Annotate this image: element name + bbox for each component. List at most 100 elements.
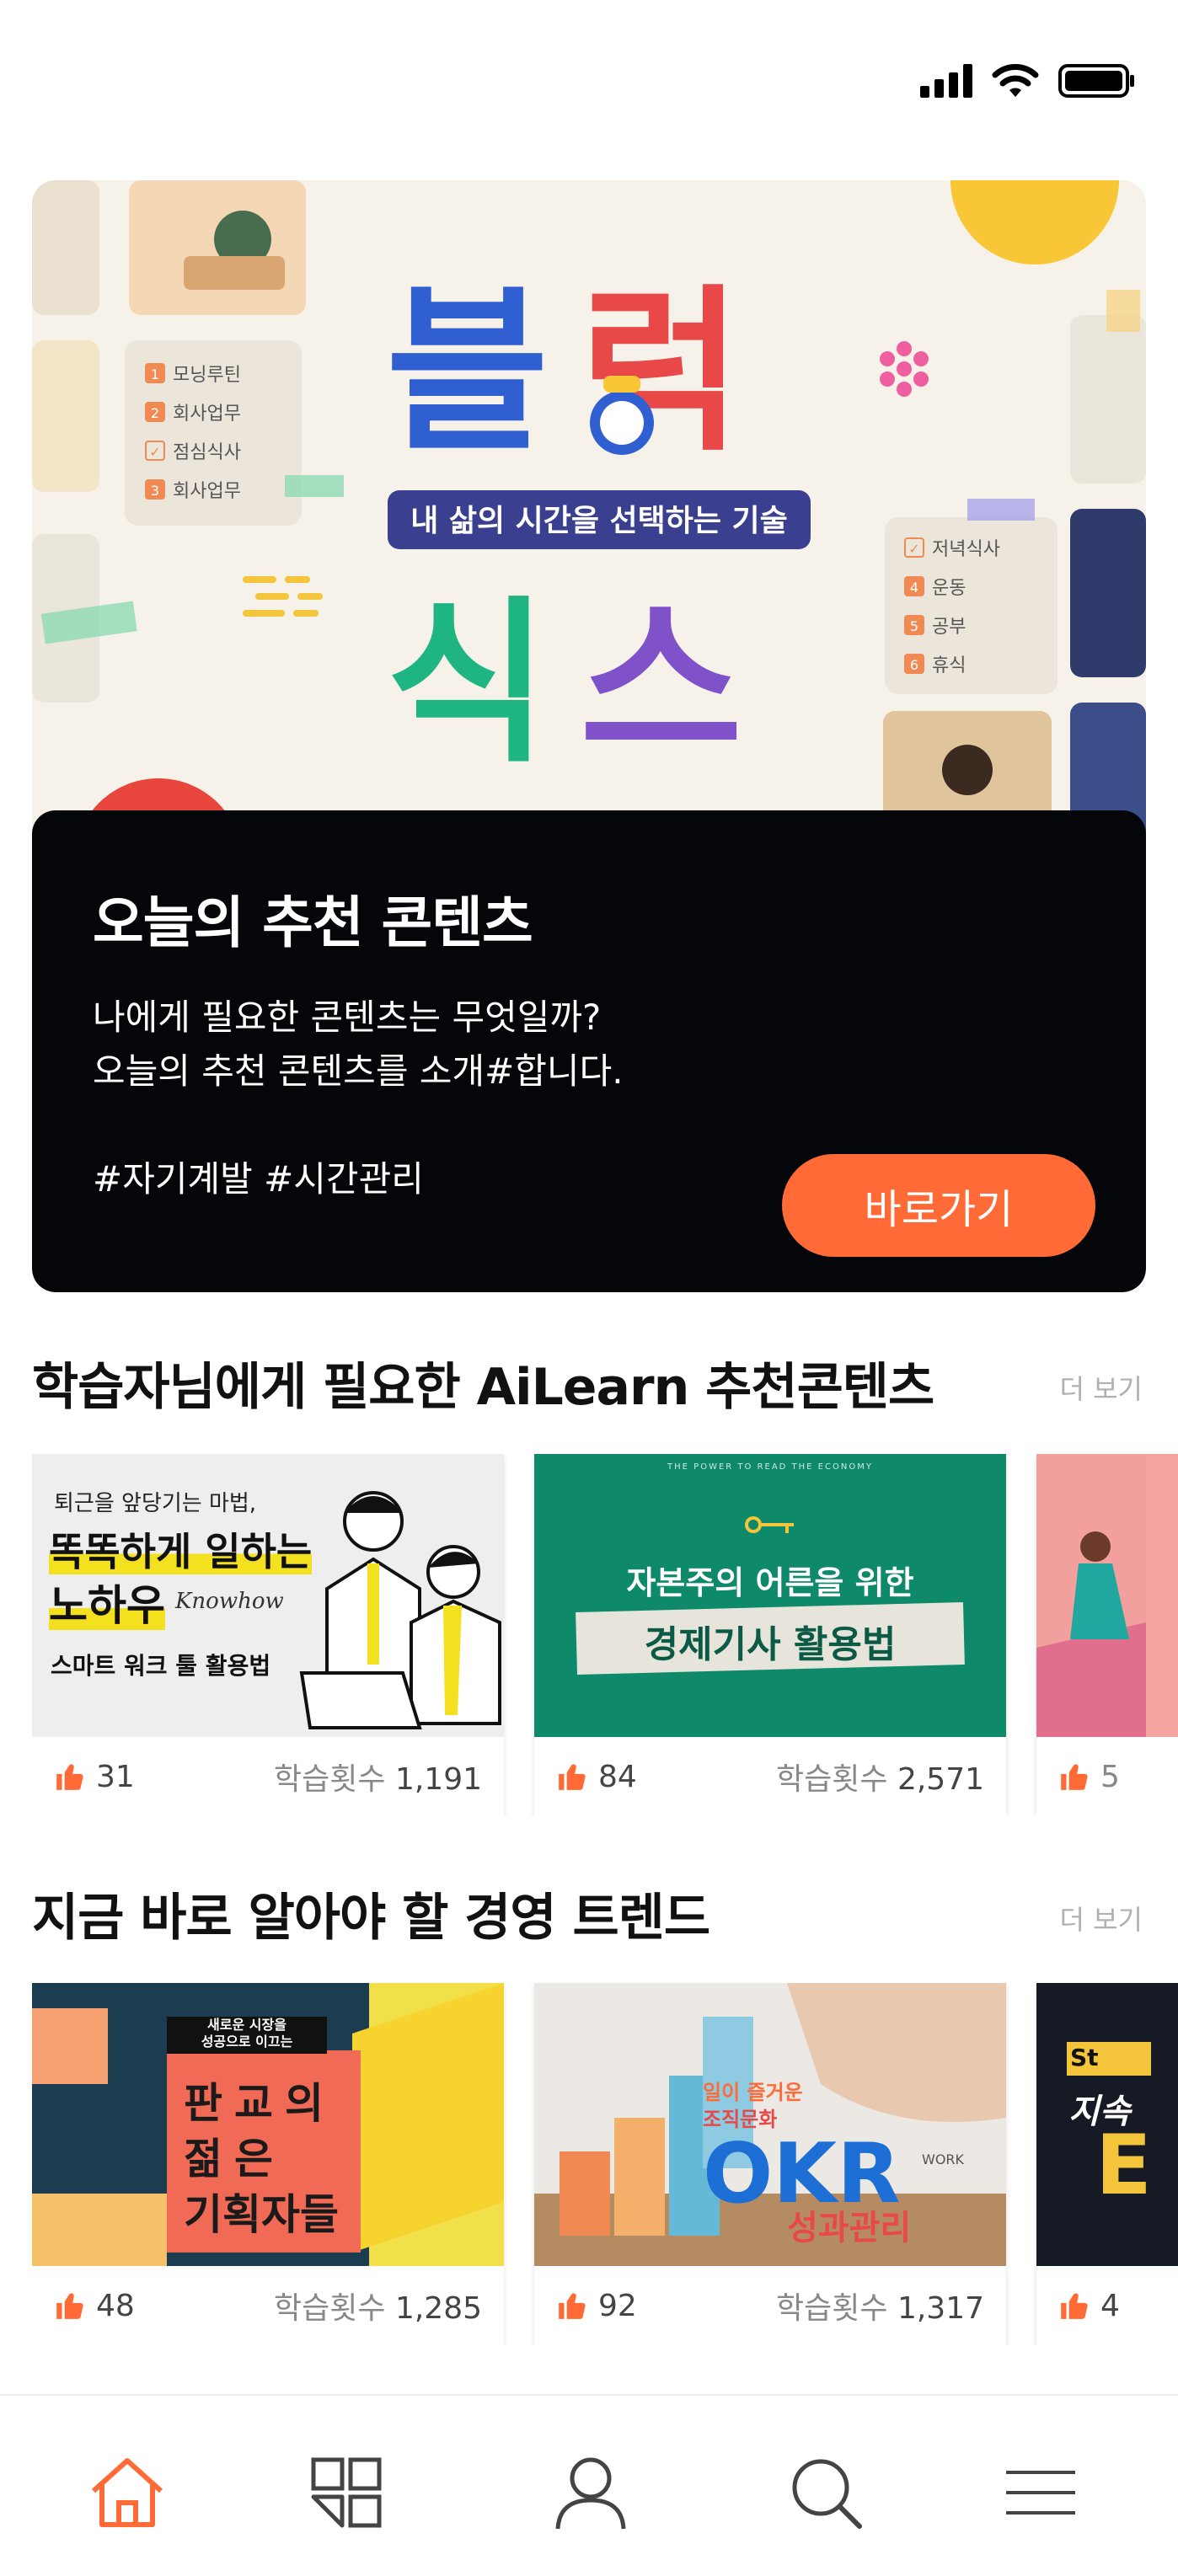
search-icon bbox=[792, 2459, 862, 2529]
list-marker-label: 6 bbox=[910, 657, 918, 673]
hero-banner[interactable]: 블 럭 식 스 내 삶의 시간을 선택하는 기술 1 모닝루틴 2 회사업무 ✓ 점심식사… bbox=[32, 180, 1146, 1292]
thumb-line: THE POWER TO READ THE ECONOMY bbox=[667, 1462, 873, 1472]
card-thumbnail: 퇴근을 앞당기는 마법, 똑똑하게 일하는 노하우 Knowhow 스마트 워크… bbox=[32, 1454, 504, 1737]
list-item-text: 모닝루틴 bbox=[173, 365, 241, 386]
thumb-line: Knowhow bbox=[175, 1589, 284, 1614]
likes: 31 bbox=[54, 1760, 135, 1794]
likes-count: 92 bbox=[598, 2288, 637, 2323]
content-card[interactable]: St 지속 E 4 bbox=[1036, 1983, 1178, 2345]
illustration-workers bbox=[299, 1491, 501, 1729]
thumb-line: E bbox=[1095, 2118, 1152, 2214]
key-icon bbox=[745, 1516, 794, 1533]
list-marker-label: ✓ bbox=[149, 444, 160, 460]
grid-icon bbox=[311, 2457, 382, 2528]
likes-count: 84 bbox=[598, 1759, 637, 1794]
bottom-navigation bbox=[0, 2394, 1178, 2576]
recommendation-card: 오늘의 추천 콘텐츠 나에게 필요한 콘텐츠는 무엇일까? 오늘의 추천 콘텐츠… bbox=[32, 810, 1146, 1292]
section-title-recommend: 학습자님에게 필요한 AiLearn 추천콘텐츠 bbox=[32, 1358, 934, 1417]
nav-home[interactable] bbox=[81, 2446, 174, 2539]
likes: 4 bbox=[1058, 2289, 1120, 2323]
thumbs-up-icon bbox=[1061, 1764, 1088, 1790]
trends-carousel[interactable]: 새로운 시장을 성공으로 이끄는 판교의 젊은 기획자들 48 학습횟수 1,2… bbox=[32, 1983, 1178, 2345]
nav-menu[interactable] bbox=[994, 2446, 1087, 2539]
card-thumbnail bbox=[1036, 1454, 1178, 1737]
list-marker-label: 3 bbox=[151, 483, 159, 499]
thumb-subtitle: 새로운 시장을 성공으로 이끄는 bbox=[201, 2017, 293, 2050]
thumbs-up-icon bbox=[56, 1764, 83, 1790]
hero-subtitle-text: 내 삶의 시간을 선택하는 기술 bbox=[410, 504, 788, 538]
view-count: 학습횟수 1,191 bbox=[274, 1762, 482, 1797]
home-icon bbox=[91, 2458, 163, 2527]
card-meta: 5 bbox=[1036, 1737, 1178, 1816]
content-card[interactable]: 일이 즐거운 조직문화 OKR 성과관리 WORK 92 학습횟수 1,317 bbox=[534, 1983, 1006, 2345]
go-button[interactable]: 바로가기 bbox=[782, 1154, 1095, 1257]
likes-count: 5 bbox=[1100, 1759, 1120, 1794]
thumbs-up-icon bbox=[559, 2293, 586, 2319]
content-card[interactable]: 5 bbox=[1036, 1454, 1178, 1816]
content-card[interactable]: 퇴근을 앞당기는 마법, 똑똑하게 일하는 노하우 Knowhow 스마트 워크… bbox=[32, 1454, 504, 1816]
hero-card-title: 오늘의 추천 콘텐츠 bbox=[93, 890, 533, 955]
nav-category[interactable] bbox=[300, 2446, 393, 2539]
card-thumbnail: THE POWER TO READ THE ECONOMY 자본주의 어른을 위… bbox=[534, 1454, 1006, 1737]
thumb-line: St bbox=[1070, 2044, 1099, 2071]
battery-icon bbox=[1058, 64, 1134, 98]
list-marker-label: 1 bbox=[151, 366, 159, 382]
more-link-recommend[interactable]: 더 보기 bbox=[1060, 1368, 1143, 1407]
thumbs-up-icon bbox=[559, 1764, 586, 1790]
likes: 92 bbox=[556, 2289, 637, 2323]
hero-hashtags: #자기계발 #시간관리 bbox=[93, 1158, 424, 1200]
likes: 48 bbox=[54, 2289, 135, 2323]
fitness-illustration bbox=[1036, 1454, 1146, 1737]
hero-title-top-a: 블 bbox=[386, 269, 549, 475]
list-marker-label: ✓ bbox=[908, 541, 919, 557]
section-title-trends: 지금 바로 알아야 할 경영 트렌드 bbox=[32, 1889, 710, 1948]
card-thumbnail: St 지속 E bbox=[1036, 1983, 1178, 2266]
card-thumbnail: 일이 즐거운 조직문화 OKR 성과관리 WORK bbox=[534, 1983, 1006, 2266]
card-meta: 31 학습횟수 1,191 bbox=[32, 1737, 504, 1816]
recommend-carousel[interactable]: 퇴근을 앞당기는 마법, 똑똑하게 일하는 노하우 Knowhow 스마트 워크… bbox=[32, 1454, 1178, 1816]
view-count: 학습횟수 1,285 bbox=[274, 2291, 482, 2326]
list-item-text: 공부 bbox=[932, 617, 966, 638]
view-count: 학습횟수 1,317 bbox=[776, 2291, 984, 2326]
hero-title-bottom-a: 식 bbox=[386, 580, 549, 787]
hero-desc-line1: 나에게 필요한 콘텐츠는 무엇일까? bbox=[93, 997, 602, 1038]
signal-icon bbox=[920, 64, 972, 98]
status-bar bbox=[920, 56, 1136, 106]
list-item-text: 휴식 bbox=[932, 655, 966, 676]
thumbs-up-icon bbox=[56, 2293, 83, 2319]
thumb-line: 노하우 bbox=[49, 1581, 165, 1630]
likes-count: 31 bbox=[96, 1759, 135, 1794]
card-thumbnail: 새로운 시장을 성공으로 이끄는 판교의 젊은 기획자들 bbox=[32, 1983, 504, 2266]
hero-title-bottom-b: 스 bbox=[580, 580, 742, 787]
list-marker-label: 5 bbox=[910, 618, 918, 634]
thumb-line: 성과관리 bbox=[787, 2209, 912, 2247]
card-meta: 48 학습횟수 1,285 bbox=[32, 2266, 504, 2345]
likes: 84 bbox=[556, 1760, 637, 1794]
thumb-title: 판교의 젊은 기획자들 bbox=[184, 2079, 339, 2239]
thumbs-up-icon bbox=[1061, 2293, 1088, 2319]
menu-icon bbox=[1006, 2471, 1075, 2515]
thumb-line: 자본주의 어른을 위한 bbox=[626, 1564, 914, 1601]
thumb-line: 경제기사 활용법 bbox=[644, 1623, 897, 1666]
list-item-text: 운동 bbox=[932, 578, 966, 599]
list-marker-label: 2 bbox=[151, 405, 159, 421]
card-meta: 4 bbox=[1036, 2266, 1178, 2345]
hero-card-description: 나에게 필요한 콘텐츠는 무엇일까? 오늘의 추천 콘텐츠를 소개#합니다. bbox=[93, 991, 624, 1098]
list-item-text: 저녁식사 bbox=[932, 539, 1000, 560]
hero-illustration: 블 럭 식 스 내 삶의 시간을 선택하는 기술 1 모닝루틴2 회사업무✓ 점심식사… bbox=[32, 180, 1146, 846]
likes-count: 4 bbox=[1100, 2288, 1120, 2323]
user-icon bbox=[555, 2457, 626, 2530]
list-item-text: 회사업무 bbox=[173, 481, 241, 502]
card-meta: 92 학습횟수 1,317 bbox=[534, 2266, 1006, 2345]
list-marker-label: 4 bbox=[910, 580, 918, 596]
list-item-text: 회사업무 bbox=[173, 404, 241, 425]
content-card[interactable]: THE POWER TO READ THE ECONOMY 자본주의 어른을 위… bbox=[534, 1454, 1006, 1816]
content-card[interactable]: 새로운 시장을 성공으로 이끄는 판교의 젊은 기획자들 48 학습횟수 1,2… bbox=[32, 1983, 504, 2345]
more-link-trends[interactable]: 더 보기 bbox=[1060, 1899, 1143, 1937]
card-meta: 84 학습횟수 2,571 bbox=[534, 1737, 1006, 1816]
list-item-text: 점심식사 bbox=[173, 442, 241, 463]
nav-search[interactable] bbox=[779, 2446, 872, 2539]
likes-count: 48 bbox=[96, 2288, 135, 2323]
thumb-line: 스마트 워크 툴 활용법 bbox=[51, 1652, 271, 1680]
nav-my-page[interactable] bbox=[544, 2446, 637, 2539]
